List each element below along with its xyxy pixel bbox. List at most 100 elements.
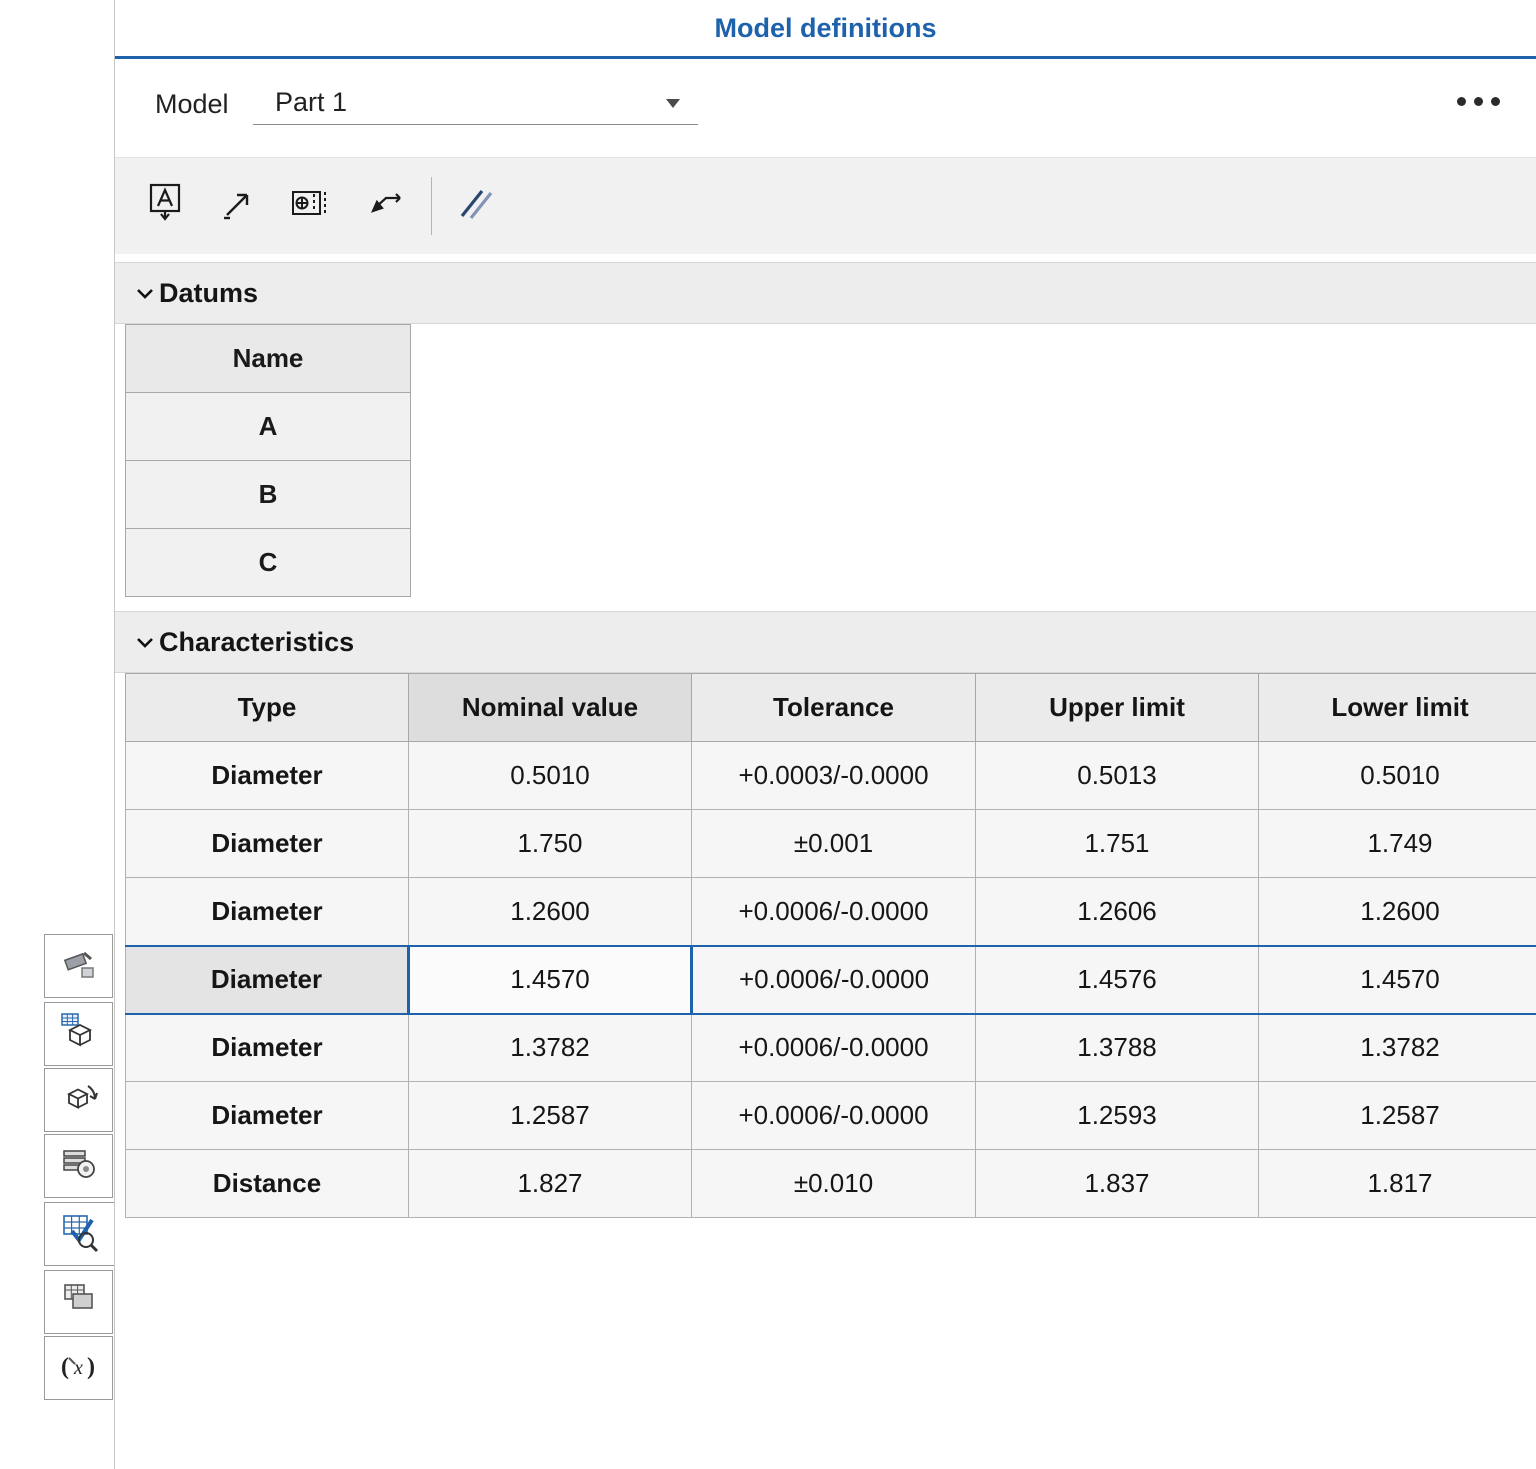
cell-nominal[interactable]: 1.827 — [409, 1150, 692, 1218]
characteristic-row[interactable]: Diameter 1.2600 +0.0006/-0.0000 1.2606 1… — [126, 878, 1536, 946]
dimension-frame-button[interactable] — [283, 178, 339, 234]
leader-arrow-icon — [360, 180, 408, 233]
panel-title-bar: Model definitions — [115, 0, 1536, 59]
cell-tolerance[interactable]: +0.0003/-0.0000 — [692, 742, 976, 810]
cell-upper[interactable]: 1.4576 — [976, 946, 1259, 1014]
cell-tolerance[interactable]: ±0.001 — [692, 810, 976, 878]
model-dropdown[interactable]: Part 1 — [253, 79, 698, 125]
appearance-icon — [57, 942, 101, 991]
cell-type[interactable]: Distance — [126, 1150, 409, 1218]
svg-text:): ) — [87, 1354, 95, 1380]
cell-type[interactable]: Diameter — [126, 742, 409, 810]
model-selector-row: Model Part 1 — [115, 59, 1536, 157]
cell-nominal[interactable]: 1.750 — [409, 810, 692, 878]
dropdown-arrow-icon — [664, 97, 682, 111]
characteristic-row[interactable]: Diameter 1.750 ±0.001 1.751 1.749 — [126, 810, 1536, 878]
cell-type[interactable]: Diameter — [126, 946, 409, 1014]
leader-arrow-button[interactable] — [356, 178, 412, 234]
characteristics-section-header[interactable]: Characteristics — [115, 611, 1536, 673]
annotation-toolbar — [115, 157, 1536, 254]
inspection-check-icon — [59, 1210, 103, 1259]
side-toolbar-sheets-button[interactable] — [44, 1270, 113, 1334]
expression-icon: ( ) x — [57, 1344, 101, 1393]
cell-upper[interactable]: 1.2593 — [976, 1082, 1259, 1150]
cell-lower[interactable]: 0.5010 — [1259, 742, 1536, 810]
chevron-down-icon — [133, 630, 157, 654]
more-options-button[interactable] — [1457, 97, 1500, 106]
cell-lower[interactable]: 1.4570 — [1259, 946, 1536, 1014]
measure-pick-icon — [214, 180, 262, 233]
side-toolbar-appearance-button[interactable] — [44, 934, 113, 998]
column-header-nominal-value[interactable]: Nominal value — [409, 674, 692, 742]
column-header-lower-limit[interactable]: Lower limit — [1259, 674, 1536, 742]
column-header-upper-limit[interactable]: Upper limit — [976, 674, 1259, 742]
cell-upper[interactable]: 1.837 — [976, 1150, 1259, 1218]
model-refresh-icon — [57, 1076, 101, 1125]
model-dropdown-value: Part 1 — [275, 87, 347, 118]
side-toolbar-inspection-check-button[interactable] — [44, 1202, 116, 1266]
cell-tolerance[interactable]: ±0.010 — [692, 1150, 976, 1218]
ellipsis-menu-icon — [1457, 97, 1500, 106]
cell-type[interactable]: Diameter — [126, 1014, 409, 1082]
cell-tolerance[interactable]: +0.0006/-0.0000 — [692, 1082, 976, 1150]
column-header-tolerance[interactable]: Tolerance — [692, 674, 976, 742]
toolbar-separator — [431, 177, 432, 235]
cell-lower[interactable]: 1.2600 — [1259, 878, 1536, 946]
cell-nominal[interactable]: 0.5010 — [409, 742, 692, 810]
cell-nominal-active[interactable]: 1.4570 — [409, 946, 692, 1014]
cell-type[interactable]: Diameter — [126, 878, 409, 946]
chevron-down-icon — [133, 281, 157, 305]
svg-text:(: ( — [61, 1354, 69, 1380]
screen: ( ) x Model definitions Model Part 1 — [0, 0, 1536, 1469]
sheets-icon — [57, 1278, 101, 1327]
datum-row-b[interactable]: B — [126, 461, 411, 529]
datum-row-a[interactable]: A — [126, 393, 411, 461]
cell-type[interactable]: Diameter — [126, 810, 409, 878]
datums-section-label: Datums — [159, 278, 258, 309]
parallel-lines-button[interactable] — [448, 178, 504, 234]
datums-column-header-name: Name — [126, 325, 411, 393]
characteristic-row-selected[interactable]: Diameter 1.4570 +0.0006/-0.0000 1.4576 1… — [126, 946, 1536, 1014]
cell-lower[interactable]: 1.2587 — [1259, 1082, 1536, 1150]
datum-row-c[interactable]: C — [126, 529, 411, 597]
cell-lower[interactable]: 1.817 — [1259, 1150, 1536, 1218]
cell-upper[interactable]: 0.5013 — [976, 742, 1259, 810]
characteristics-section-label: Characteristics — [159, 627, 354, 658]
side-toolbar-model-refresh-button[interactable] — [44, 1068, 113, 1132]
model-label: Model — [155, 89, 229, 120]
datums-section-header[interactable]: Datums — [115, 262, 1536, 324]
cell-tolerance[interactable]: +0.0006/-0.0000 — [692, 946, 976, 1014]
side-toolbar-feature-table-button[interactable] — [44, 1002, 113, 1066]
text-annotation-icon — [141, 180, 189, 233]
cell-type[interactable]: Diameter — [126, 1082, 409, 1150]
svg-text:x: x — [73, 1357, 83, 1379]
measure-pick-button[interactable] — [210, 178, 266, 234]
cell-upper[interactable]: 1.2606 — [976, 878, 1259, 946]
model-definitions-panel: Model definitions Model Part 1 — [114, 0, 1536, 1469]
datums-table: Name A B C — [125, 324, 411, 597]
cell-nominal[interactable]: 1.2587 — [409, 1082, 692, 1150]
cell-lower[interactable]: 1.3782 — [1259, 1014, 1536, 1082]
panel-title: Model definitions — [715, 13, 937, 44]
characteristics-table: Type Nominal value Tolerance Upper limit… — [125, 673, 1536, 1218]
text-annotation-button[interactable] — [137, 178, 193, 234]
cell-upper[interactable]: 1.751 — [976, 810, 1259, 878]
characteristics-header-row: Type Nominal value Tolerance Upper limit… — [126, 674, 1536, 742]
feature-table-icon — [57, 1010, 101, 1059]
cell-tolerance[interactable]: +0.0006/-0.0000 — [692, 878, 976, 946]
column-header-type[interactable]: Type — [126, 674, 409, 742]
cell-upper[interactable]: 1.3788 — [976, 1014, 1259, 1082]
side-toolbar-expression-button[interactable]: ( ) x — [44, 1336, 113, 1400]
cell-nominal[interactable]: 1.3782 — [409, 1014, 692, 1082]
layers-dataset-icon — [57, 1142, 101, 1191]
cell-nominal[interactable]: 1.2600 — [409, 878, 692, 946]
parallel-lines-icon — [452, 180, 500, 233]
characteristic-row[interactable]: Distance 1.827 ±0.010 1.837 1.817 — [126, 1150, 1536, 1218]
characteristic-row[interactable]: Diameter 1.2587 +0.0006/-0.0000 1.2593 1… — [126, 1082, 1536, 1150]
characteristic-row[interactable]: Diameter 1.3782 +0.0006/-0.0000 1.3788 1… — [126, 1014, 1536, 1082]
side-toolbar-layers-dataset-button[interactable] — [44, 1134, 113, 1198]
characteristic-row[interactable]: Diameter 0.5010 +0.0003/-0.0000 0.5013 0… — [126, 742, 1536, 810]
cell-tolerance[interactable]: +0.0006/-0.0000 — [692, 1014, 976, 1082]
cell-lower[interactable]: 1.749 — [1259, 810, 1536, 878]
dimension-frame-icon — [287, 180, 335, 233]
